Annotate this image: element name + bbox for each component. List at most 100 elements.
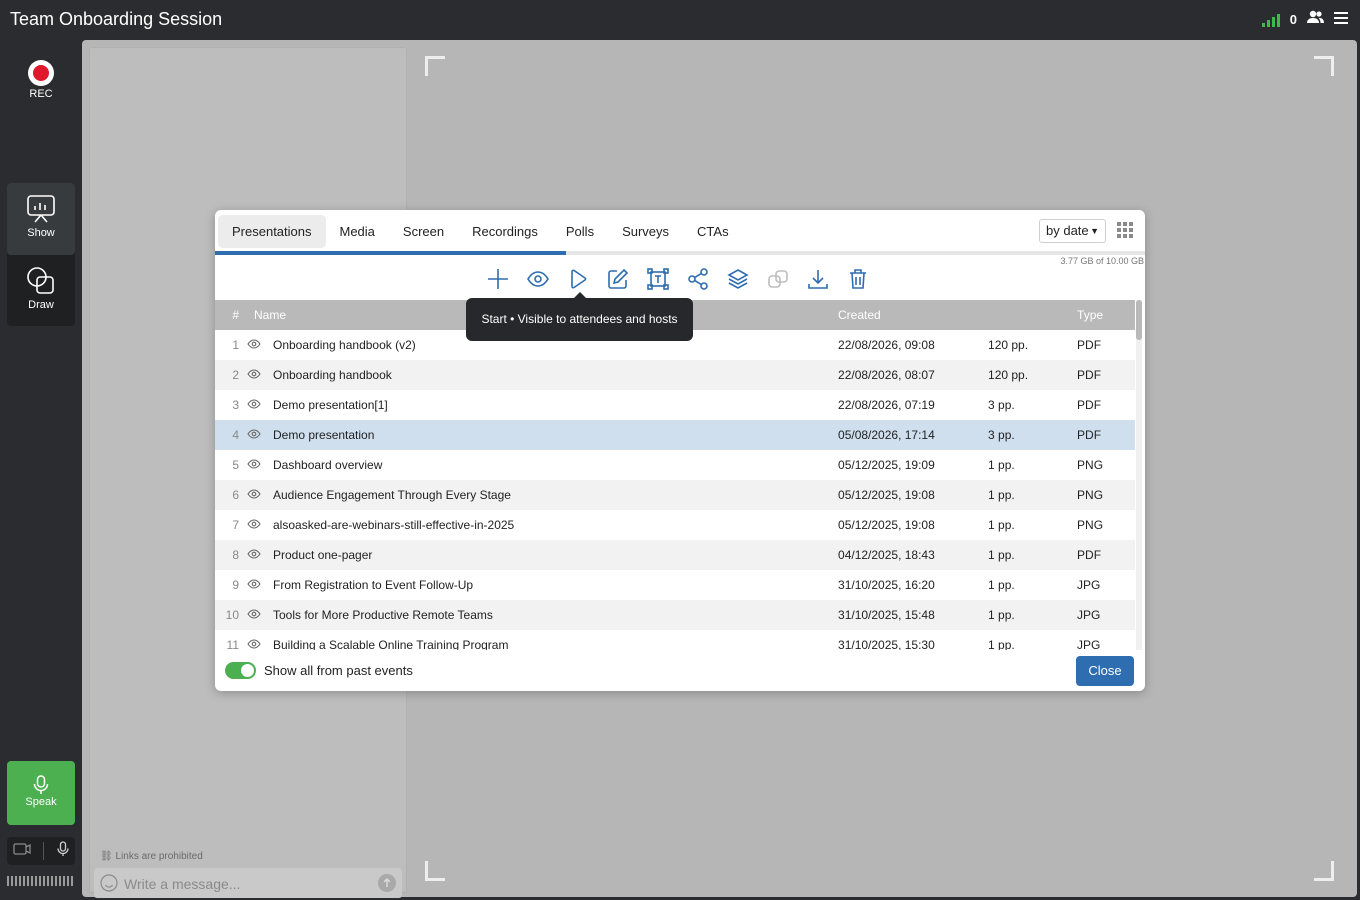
participant-count: 0 — [1289, 12, 1297, 27]
grid-view-icon[interactable] — [1117, 222, 1133, 243]
row-number: 4 — [232, 428, 239, 442]
row-name: Demo presentation[1] — [273, 398, 388, 412]
eye-icon[interactable] — [247, 630, 273, 650]
col-number: # — [232, 308, 239, 322]
table-row[interactable]: 8 Product one-pager 04/12/2025, 18:43 1 pp.… — [215, 540, 1135, 570]
show-button[interactable]: Show — [7, 183, 75, 255]
table-row[interactable]: 4 Demo presentation 05/08/2026, 17:14 3 pp.… — [215, 420, 1135, 450]
modal-tabs: Presentations Media Screen Recordings Po… — [218, 215, 743, 248]
table-row[interactable]: 10 Tools for More Productive Remote Teams… — [215, 600, 1135, 630]
share-icon[interactable] — [686, 267, 710, 291]
row-name: alsoasked-are-webinars-still-effective-i… — [273, 518, 515, 532]
link-icon: ⛓ — [100, 851, 113, 862]
frame-corner-bottom-right — [1314, 861, 1334, 881]
row-type: PNG — [1077, 518, 1104, 532]
storage-usage-bar — [215, 251, 1145, 255]
caret-down-icon: ▼ — [1090, 226, 1099, 236]
eye-icon[interactable] — [247, 480, 273, 510]
draw-button[interactable]: Draw — [7, 255, 75, 327]
row-created: 05/12/2025, 19:08 — [838, 488, 935, 502]
emoji-icon[interactable] — [100, 874, 118, 897]
modal-footer: Show all from past events Close — [215, 650, 1145, 691]
rename-icon[interactable] — [646, 267, 670, 291]
camera-icon[interactable] — [13, 842, 31, 860]
row-pages: 1 pp. — [988, 608, 1015, 622]
eye-icon[interactable] — [247, 360, 273, 390]
merge-icon — [766, 267, 790, 291]
tab-ctas[interactable]: CTAs — [683, 215, 743, 248]
eye-icon[interactable] — [247, 390, 273, 420]
past-events-toggle[interactable] — [225, 662, 256, 679]
col-created[interactable]: Created — [838, 300, 1077, 330]
table-row[interactable]: 5 Dashboard overview 05/12/2025, 19:09 1 pp… — [215, 450, 1135, 480]
eye-icon[interactable] — [247, 330, 273, 360]
add-icon[interactable] — [486, 267, 510, 291]
tab-screen[interactable]: Screen — [389, 215, 458, 248]
row-type: PDF — [1077, 428, 1102, 442]
row-name: Product one-pager — [273, 548, 373, 562]
sort-dropdown[interactable]: by date ▼ — [1039, 219, 1106, 243]
eye-icon[interactable] — [247, 420, 273, 450]
tab-recordings[interactable]: Recordings — [458, 215, 552, 248]
eye-icon[interactable] — [247, 450, 273, 480]
storage-usage-fill — [215, 251, 566, 255]
presentations-modal: Presentations Media Screen Recordings Po… — [215, 210, 1145, 691]
left-rail: REC Show Draw Speak — [0, 40, 82, 900]
chat-input[interactable]: Write a message... — [94, 868, 402, 898]
media-controls — [7, 837, 75, 865]
tab-presentations[interactable]: Presentations — [218, 215, 326, 248]
layers-icon[interactable] — [726, 267, 750, 291]
delete-icon[interactable] — [846, 267, 870, 291]
menu-icon[interactable] — [1334, 11, 1348, 29]
row-pages: 1 pp. — [988, 488, 1015, 502]
mic-toggle-icon[interactable] — [57, 840, 69, 862]
frame-corner-top-right — [1314, 56, 1334, 76]
download-icon[interactable] — [806, 267, 830, 291]
row-number: 5 — [232, 458, 239, 472]
row-number: 9 — [232, 578, 239, 592]
eye-icon[interactable] — [247, 540, 273, 570]
eye-icon[interactable] — [247, 570, 273, 600]
row-created: 04/12/2025, 18:43 — [838, 548, 935, 562]
start-icon[interactable] — [566, 267, 590, 291]
row-name: Building a Scalable Online Training Prog… — [273, 638, 509, 650]
row-created: 31/10/2025, 15:48 — [838, 608, 935, 622]
send-icon[interactable] — [378, 874, 396, 892]
row-created: 31/10/2025, 16:20 — [838, 578, 935, 592]
row-type: PNG — [1077, 488, 1104, 502]
table-row[interactable]: 3 Demo presentation[1] 22/08/2026, 07:19 3 … — [215, 390, 1135, 420]
row-number: 6 — [232, 488, 239, 502]
tab-polls[interactable]: Polls — [552, 215, 608, 248]
table-row[interactable]: 11 Building a Scalable Online Training Pr… — [215, 630, 1135, 650]
frame-corner-bottom-left — [425, 861, 445, 881]
event-title: Team Onboarding Session — [10, 9, 223, 29]
eye-icon[interactable] — [247, 600, 273, 630]
edit-icon[interactable] — [606, 267, 630, 291]
microphone-icon — [33, 775, 49, 794]
row-name: Audience Engagement Through Every Stage — [273, 488, 511, 502]
top-bar: Team Onboarding Session 0 — [0, 0, 1360, 40]
table-row[interactable]: 9 From Registration to Event Follow-Up 31/… — [215, 570, 1135, 600]
scrollbar-thumb[interactable] — [1136, 300, 1142, 340]
table-row[interactable]: 6 Audience Engagement Through Every Stage… — [215, 480, 1135, 510]
table-row[interactable]: 2 Onboarding handbook 22/08/2026, 08:07 120… — [215, 360, 1135, 390]
shapes-icon — [27, 267, 54, 294]
tab-surveys[interactable]: Surveys — [608, 215, 683, 248]
eye-icon[interactable] — [247, 510, 273, 540]
row-created: 05/08/2026, 17:14 — [838, 428, 935, 442]
table-scrollbar[interactable] — [1136, 300, 1142, 650]
start-tooltip: Start • Visible to attendees and hosts — [466, 292, 693, 341]
tab-media[interactable]: Media — [326, 215, 389, 248]
speak-button[interactable]: Speak — [7, 761, 75, 825]
table-row[interactable]: 7 alsoasked-are-webinars-still-effective-… — [215, 510, 1135, 540]
participants-icon[interactable] — [1307, 10, 1324, 29]
row-name: From Registration to Event Follow-Up — [273, 578, 474, 592]
close-button[interactable]: Close — [1076, 656, 1134, 686]
signal-strength-icon — [1261, 13, 1280, 27]
row-type: PDF — [1077, 548, 1102, 562]
record-button[interactable]: REC — [20, 60, 62, 100]
row-created: 05/12/2025, 19:09 — [838, 458, 935, 472]
presentation-toolbar — [486, 267, 870, 291]
preview-icon[interactable] — [526, 267, 550, 291]
col-type[interactable]: Type — [1077, 300, 1135, 330]
